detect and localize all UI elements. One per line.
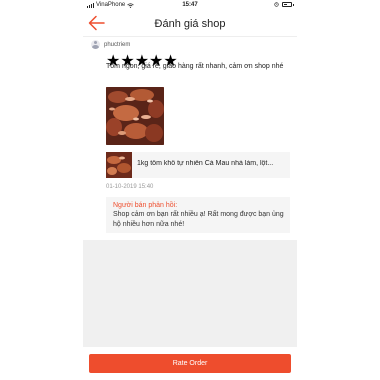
product-link[interactable]: 1kg tôm khô tự nhiên Cà Mau nhà làm, lột… xyxy=(106,152,290,178)
review-datetime: 01-10-2019 15:40 xyxy=(106,184,154,190)
seller-reply-text: Shop cảm ơn bạn rất nhiều ạ! Rất mong đư… xyxy=(113,211,284,228)
battery-icon xyxy=(282,2,294,7)
seller-reply-title: Người bán phản hồi: xyxy=(113,202,178,209)
product-image xyxy=(106,152,132,178)
phone-screen: VinaPhone 15:47 Đánh giá shop phuctriem … xyxy=(83,0,297,380)
dried-shrimp-photo xyxy=(106,87,164,145)
alarm-icon xyxy=(274,2,279,7)
avatar xyxy=(91,40,100,49)
status-bar: VinaPhone 15:47 xyxy=(83,0,297,10)
bottom-bar: Rate Order xyxy=(83,347,297,380)
review-comment: Tôm ngon, giá rẻ, giao hàng rất nhanh, c… xyxy=(106,63,284,70)
product-name: 1kg tôm khô tự nhiên Cà Mau nhà làm, lột… xyxy=(137,160,274,167)
reviewer-row: phuctriem xyxy=(91,40,130,49)
review-photo[interactable] xyxy=(106,87,164,145)
reviewer-username: phuctriem xyxy=(104,41,131,48)
empty-area xyxy=(83,240,297,347)
page-title: Đánh giá shop xyxy=(154,18,226,30)
seller-reply: Người bán phản hồi: Shop cảm ơn bạn rất … xyxy=(106,197,290,233)
nav-bar: Đánh giá shop xyxy=(83,10,297,37)
status-time: 15:47 xyxy=(182,2,198,8)
status-right xyxy=(274,2,294,7)
product-thumbnail xyxy=(106,152,132,178)
rate-order-button[interactable]: Rate Order xyxy=(89,354,291,373)
